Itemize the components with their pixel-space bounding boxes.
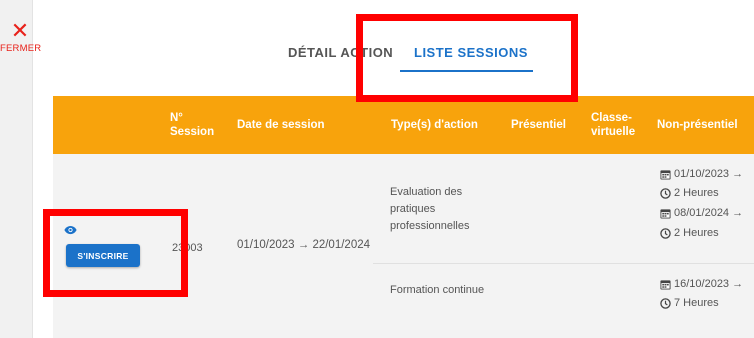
- header-date: Date de session: [237, 119, 325, 131]
- np-date-1-text: 01/10/2023 →: [674, 168, 744, 180]
- np-duration-1-text: 2 Heures: [674, 187, 719, 199]
- np-duration-3: 7 Heures: [660, 297, 719, 309]
- header-session-number: N° Session: [170, 112, 215, 138]
- clock-icon: [660, 297, 671, 309]
- np-duration-1: 2 Heures: [660, 187, 719, 199]
- highlight-button-box: [43, 209, 188, 297]
- close-icon: ✕: [10, 19, 30, 44]
- highlight-tab-box: [356, 14, 578, 102]
- close-label: FERMER: [0, 43, 42, 54]
- np-duration-3-text: 7 Heures: [674, 297, 719, 309]
- np-duration-2-text: 2 Heures: [674, 227, 719, 239]
- table-header: N° Session Date de session Type(s) d'act…: [53, 96, 754, 154]
- sub-row-divider: [373, 263, 754, 264]
- np-date-2-text: 08/01/2024 →: [674, 207, 744, 219]
- np-date-1: 01/10/2023 →: [660, 168, 743, 180]
- action-type-2: Formation continue: [390, 284, 485, 296]
- header-non-presentiel: Non-présentiel: [657, 119, 738, 131]
- session-dates: 01/10/2023 → 22/01/2024: [237, 239, 371, 251]
- clock-icon: [660, 227, 671, 239]
- calendar-icon: [660, 208, 671, 219]
- close-button[interactable]: ✕ FERMER: [0, 19, 42, 55]
- header-types: Type(s) d'action: [391, 119, 478, 131]
- clock-icon: [660, 187, 671, 199]
- np-date-2: 08/01/2024 →: [660, 207, 743, 219]
- np-date-3: 16/10/2023 →: [660, 278, 743, 290]
- calendar-icon: [660, 279, 671, 290]
- np-date-3-text: 16/10/2023 →: [674, 278, 744, 290]
- header-presentiel: Présentiel: [511, 119, 566, 131]
- stage: ✕ FERMER DÉTAIL ACTION LISTE SESSIONS N°…: [0, 0, 754, 338]
- np-duration-2: 2 Heures: [660, 227, 719, 239]
- calendar-icon: [660, 169, 671, 180]
- header-classe-virtuelle: Classe-virtuelle: [591, 112, 636, 138]
- action-type-1: Evaluation des pratiques professionnelle…: [390, 186, 470, 232]
